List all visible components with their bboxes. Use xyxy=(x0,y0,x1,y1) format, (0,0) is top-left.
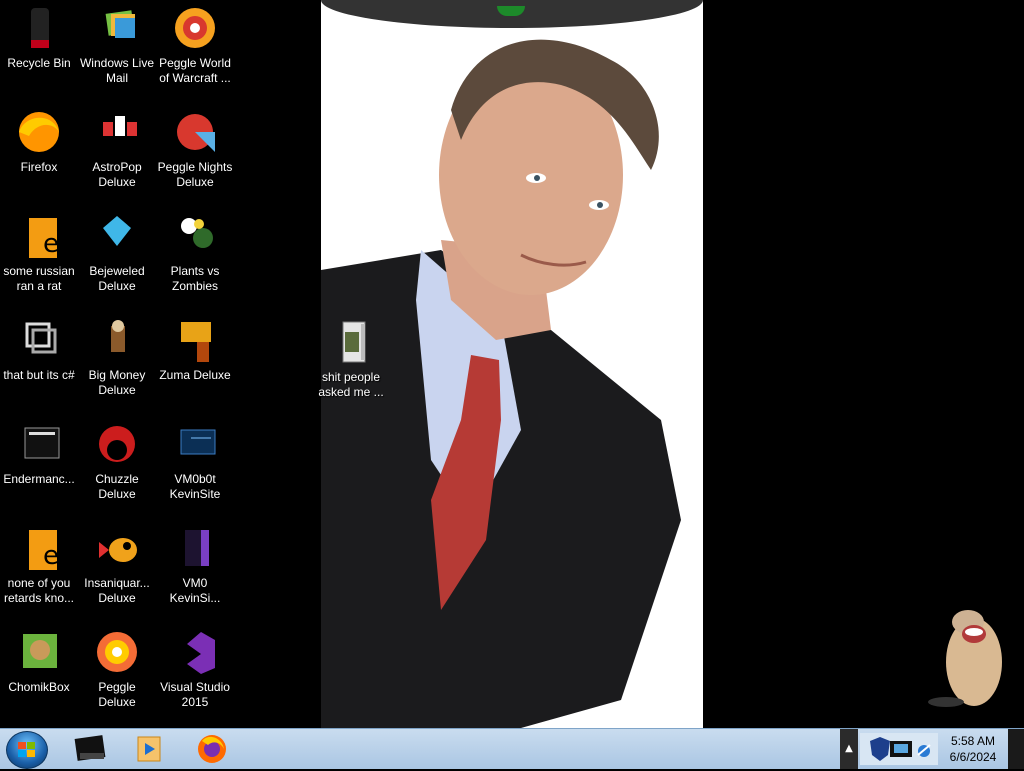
desktop-icon-windows-live-mail[interactable]: Windows Live Mail xyxy=(78,4,156,86)
desktop-icon-label: Peggle Nights Deluxe xyxy=(157,160,233,189)
system-tray xyxy=(860,733,938,765)
desktop-icon-label: Big Money Deluxe xyxy=(88,368,146,397)
console-icon xyxy=(15,420,63,468)
desktop-icon-label: Recycle Bin xyxy=(7,56,71,70)
security-shield-icon[interactable] xyxy=(870,737,890,761)
windows-logo-icon xyxy=(18,742,35,757)
desktop-icon-label: that but its c# xyxy=(3,368,75,382)
taskbar-explorer-button[interactable] xyxy=(62,731,118,767)
chomikbox-icon xyxy=(15,628,63,676)
clock-date: 6/6/2024 xyxy=(949,750,997,764)
explorer-icon xyxy=(74,735,106,761)
start-button[interactable] xyxy=(6,731,48,769)
taskbar-firefox-button[interactable] xyxy=(184,731,240,767)
desktop-icon-chuzzle[interactable]: Chuzzle Deluxe xyxy=(78,420,156,502)
network-icon[interactable] xyxy=(917,744,931,757)
recycle-bin-icon xyxy=(15,4,63,52)
desktop-icon-file[interactable]: VM0 KevinSi... xyxy=(156,524,234,606)
taskbar-media-player-button[interactable] xyxy=(122,731,178,767)
desktop-icon-label: VM0 KevinSi... xyxy=(169,576,221,605)
folder-icon xyxy=(327,318,375,366)
svg-text:e: e xyxy=(43,541,59,571)
desktop-icon-bejeweled[interactable]: Bejeweled Deluxe xyxy=(78,212,156,294)
program-icon: e xyxy=(15,524,63,572)
shortcut-icon xyxy=(15,316,63,364)
desktop-icon-peggle-nights[interactable]: Peggle Nights Deluxe xyxy=(156,108,234,190)
desktop-icon-label: Firefox xyxy=(20,160,58,174)
peggle-icon xyxy=(93,628,141,676)
desktop-icon-firefox[interactable]: Firefox xyxy=(0,108,78,175)
vm-icon xyxy=(171,420,219,468)
desktop-icon-label: some russian ran a rat xyxy=(3,264,75,293)
desktop-icon-label: Peggle Deluxe xyxy=(98,680,136,709)
firefox-icon xyxy=(15,108,63,156)
desktop-icon-big-money[interactable]: Big Money Deluxe xyxy=(78,316,156,398)
desktop-icon-peggle-wow[interactable]: Peggle World of Warcraft ... xyxy=(156,4,234,86)
peggle-wow-icon xyxy=(171,4,219,52)
insaniquarium-icon xyxy=(93,524,141,572)
desktop-icon-plants-vs-zombies[interactable]: Plants vs Zombies xyxy=(156,212,234,294)
media-player-icon xyxy=(137,736,161,762)
desktop-icon-program[interactable]: e none of you retards kno... xyxy=(0,524,78,606)
desktop-icon-label: Endermanc... xyxy=(3,472,75,486)
desktop-icon-label: Peggle World of Warcraft ... xyxy=(159,56,231,85)
program-icon: e xyxy=(15,212,63,260)
desktop-icon-label: Bejeweled Deluxe xyxy=(89,264,145,293)
desktop-icon-zuma[interactable]: Zuma Deluxe xyxy=(156,316,234,383)
desktop-icon-console[interactable]: Endermanc... xyxy=(0,420,78,487)
desktop-folder-shit-people[interactable]: shit people asked me ... xyxy=(312,318,390,400)
monitor-icon[interactable] xyxy=(890,741,912,757)
desktop-icon-label: none of you retards kno... xyxy=(3,576,75,605)
astropop-icon xyxy=(93,108,141,156)
svg-text:e: e xyxy=(43,229,59,259)
desktop-icon-shortcut[interactable]: that but its c# xyxy=(0,316,78,383)
desktop-icon-label: Chuzzle Deluxe xyxy=(95,472,139,501)
windows-live-mail-icon xyxy=(93,4,141,52)
zuma-icon xyxy=(171,316,219,364)
folder-label: shit people asked me ... xyxy=(318,370,384,399)
desktop-icon-label: Visual Studio 2015 xyxy=(160,680,230,709)
desktop-icon-label: AstroPop Deluxe xyxy=(92,160,142,189)
hamster-gadget[interactable] xyxy=(926,604,1010,708)
plants-vs-zombies-icon xyxy=(171,212,219,260)
desktop-icon-label: ChomikBox xyxy=(8,680,70,694)
desktop-icon-program[interactable]: e some russian ran a rat xyxy=(0,212,78,294)
desktop-icon-label: Plants vs Zombies xyxy=(170,264,220,293)
desktop-icon-visual-studio[interactable]: Visual Studio 2015 xyxy=(156,628,234,710)
desktop-icon-label: Zuma Deluxe xyxy=(159,368,231,382)
firefox-icon xyxy=(198,735,226,763)
peggle-nights-icon xyxy=(171,108,219,156)
chuzzle-icon xyxy=(93,420,141,468)
desktop-icon-peggle[interactable]: Peggle Deluxe xyxy=(78,628,156,710)
big-money-icon xyxy=(93,316,141,364)
desktop-icon-insaniquarium[interactable]: Insaniquar... Deluxe xyxy=(78,524,156,606)
desktop-icon-label: Insaniquar... Deluxe xyxy=(84,576,150,605)
visual-studio-icon xyxy=(171,628,219,676)
taskbar-programs xyxy=(56,729,838,769)
file-icon xyxy=(171,524,219,572)
clock-time: 5:58 AM xyxy=(950,734,996,748)
desktop-icon-label: Windows Live Mail xyxy=(79,56,155,85)
desktop-icon-label: VM0b0t KevinSite xyxy=(169,472,221,501)
tray-show-hidden-button[interactable]: ▲ xyxy=(840,729,858,769)
desktop-icon-chomikbox[interactable]: ChomikBox xyxy=(0,628,78,695)
desktop-icon-astropop[interactable]: AstroPop Deluxe xyxy=(78,108,156,190)
taskbar-clock[interactable]: 5:58 AM 6/6/2024 xyxy=(942,733,1004,765)
desktop-icon-recycle-bin[interactable]: Recycle Bin xyxy=(0,4,78,71)
taskbar: ▲ 5:58 AM 6/6/2024 xyxy=(0,728,1024,769)
bejeweled-icon xyxy=(93,212,141,260)
show-desktop-button[interactable] xyxy=(1008,729,1024,769)
desktop-icon-vm[interactable]: VM0b0t KevinSite xyxy=(156,420,234,502)
